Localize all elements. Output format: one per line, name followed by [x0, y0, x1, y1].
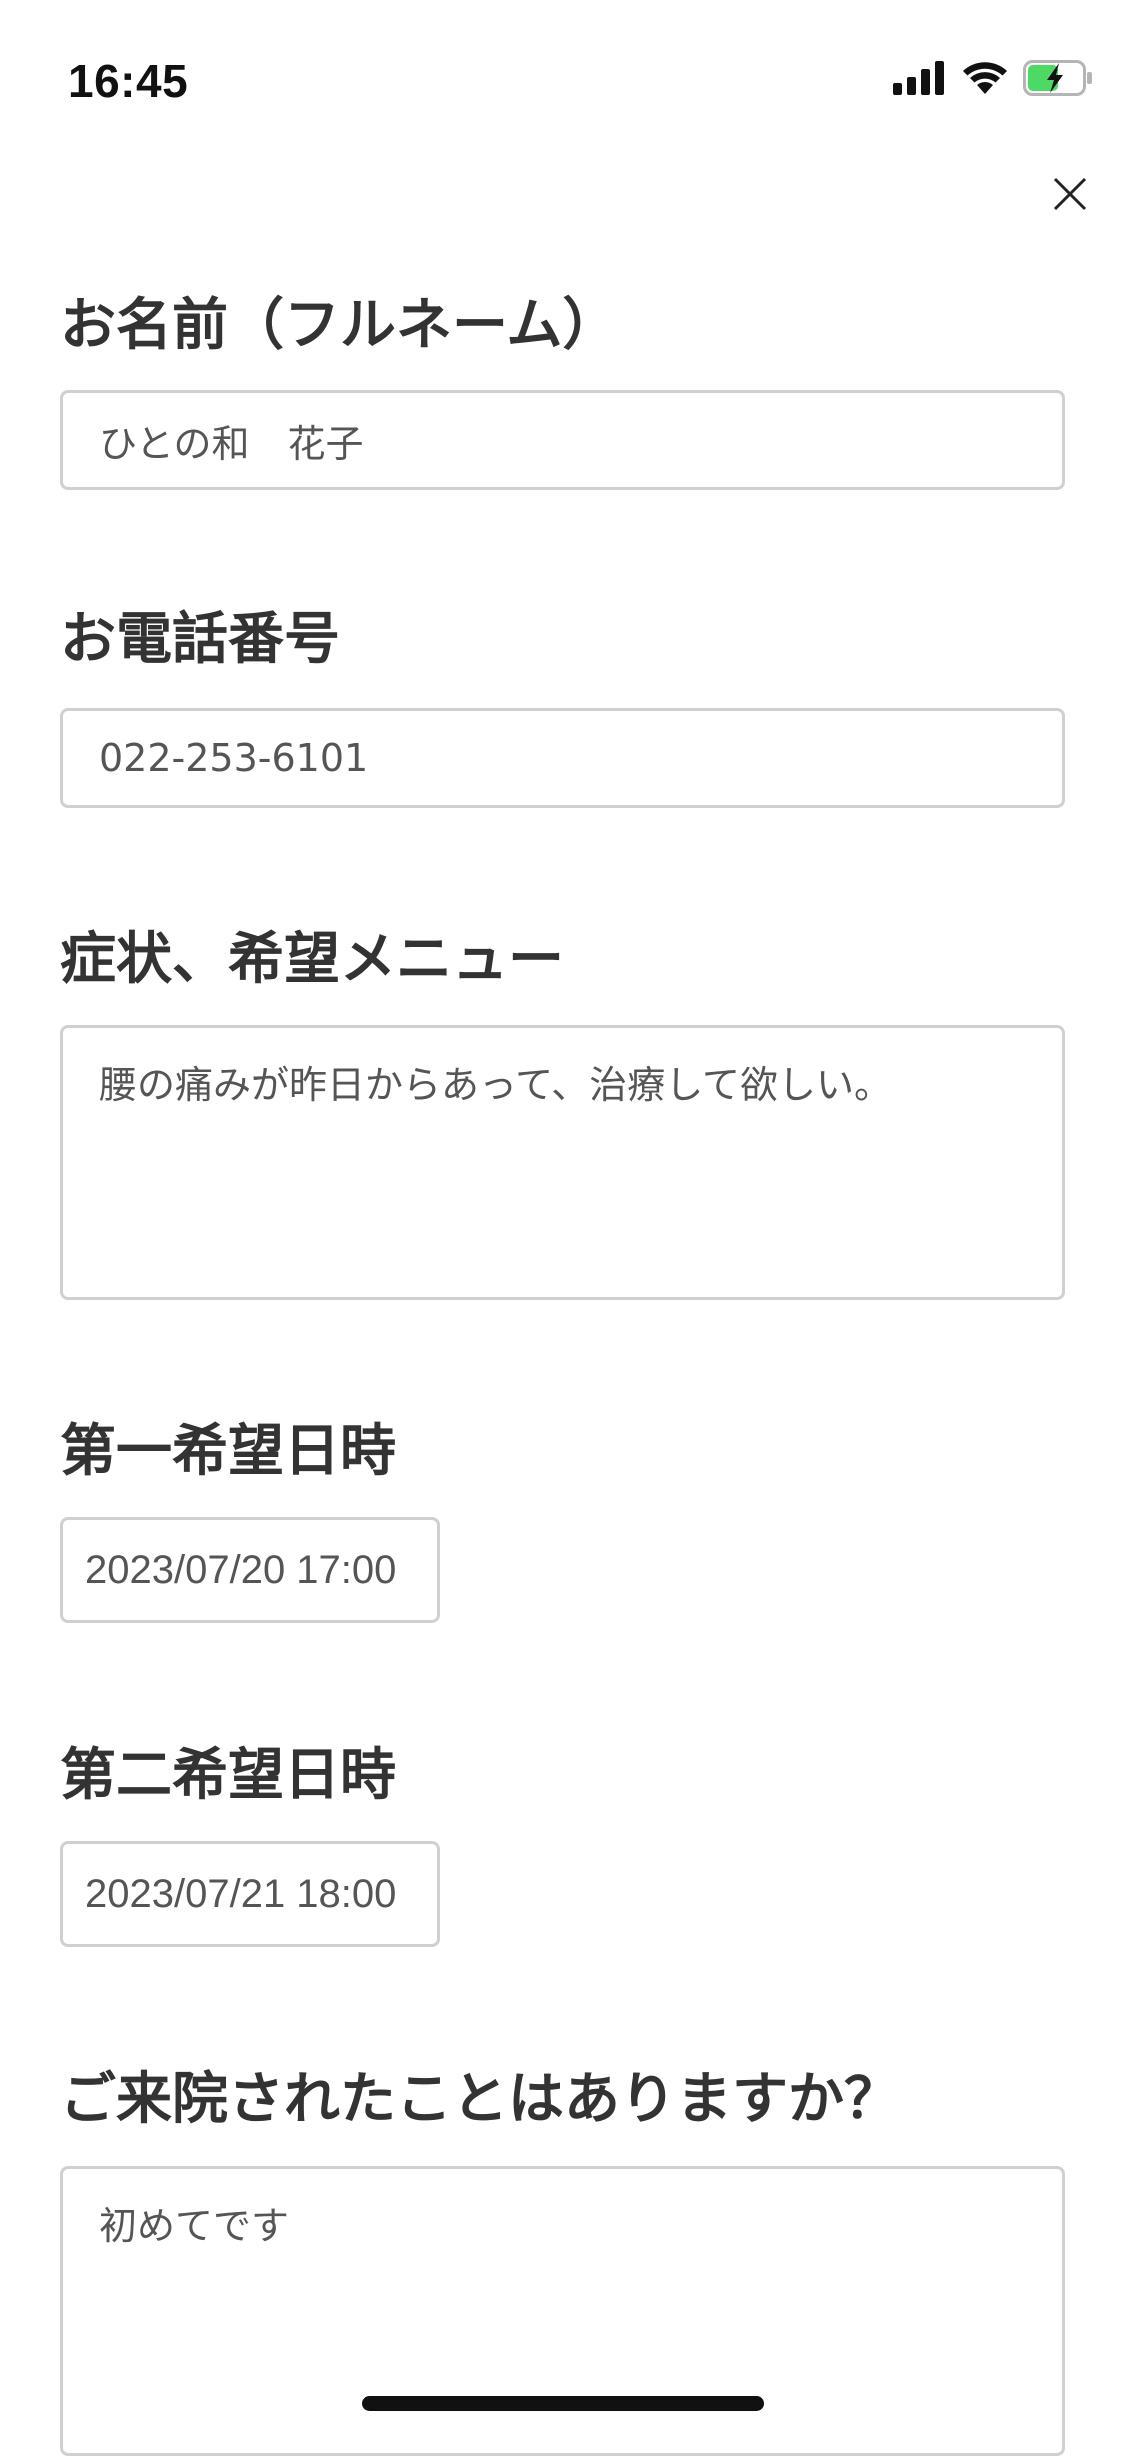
battery-charging-icon	[1023, 60, 1093, 100]
first-choice-value: 2023/07/20 17:00	[85, 1547, 397, 1592]
phone-label: お電話番号	[60, 607, 340, 672]
first-choice-datetime-input[interactable]: 2023/07/20 17:00	[60, 1517, 440, 1623]
second-choice-value: 2023/07/21 18:00	[85, 1871, 397, 1916]
first-choice-label: 第一希望日時	[60, 1419, 396, 1484]
wifi-icon	[961, 60, 1009, 100]
close-icon	[1053, 177, 1087, 215]
symptoms-value: 腰の痛みが昨日からあって、治療して欲しい。	[99, 1063, 893, 1107]
name-label: お名前（フルネーム）	[60, 293, 619, 358]
symptoms-textarea[interactable]: 腰の痛みが昨日からあって、治療して欲しい。	[60, 1025, 1065, 1300]
visited-value: 初めてです	[99, 2204, 290, 2248]
name-input[interactable]: ひとの和 花子	[60, 390, 1065, 490]
name-value: ひとの和 花子	[99, 421, 364, 466]
symptoms-label: 症状、希望メニュー	[60, 927, 564, 992]
close-button[interactable]	[1046, 172, 1094, 220]
visited-label: ご来院されたことはありますか？	[60, 2067, 900, 2132]
visited-textarea[interactable]: 初めてです	[60, 2166, 1065, 2456]
second-choice-label: 第二希望日時	[60, 1743, 396, 1808]
signal-icon	[893, 61, 947, 99]
status-time: 16:45	[68, 55, 189, 107]
status-bar: 16:45	[0, 0, 1125, 150]
status-icons	[893, 60, 1093, 100]
phone-value: 022-253-6101	[99, 736, 369, 780]
phone-input[interactable]: 022-253-6101	[60, 708, 1065, 808]
home-indicator	[362, 2396, 764, 2411]
second-choice-datetime-input[interactable]: 2023/07/21 18:00	[60, 1841, 440, 1947]
